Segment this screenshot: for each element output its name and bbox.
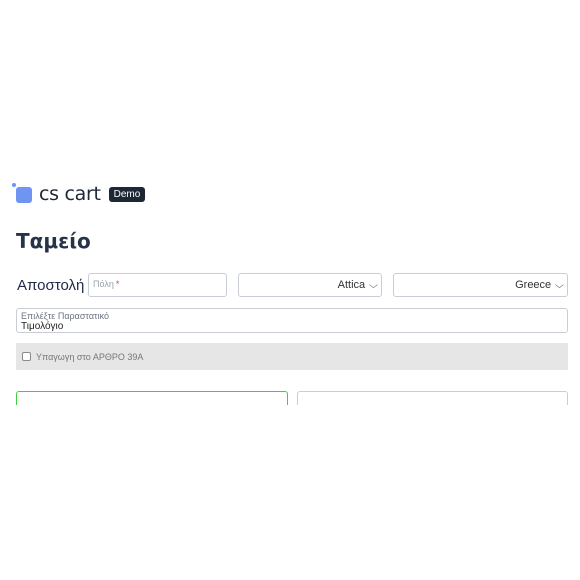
city-input[interactable]: Πόλη * (88, 273, 227, 297)
required-mark: * (115, 279, 120, 289)
cs-cart-logo-icon (12, 183, 34, 205)
logo-text: cs cart (39, 183, 101, 205)
address-field[interactable] (297, 391, 568, 405)
page-title: Ταμείο (16, 229, 91, 253)
region-value: Attica (337, 279, 366, 291)
document-type-select[interactable]: Επιλέξτε Παραστατικό Τιμολόγιο (16, 308, 568, 333)
article-39a-label[interactable]: Υπαγωγη στο ΑΡΘΡΟ 39Α (36, 352, 143, 362)
country-select[interactable]: Greece ⌵ (393, 273, 568, 297)
document-type-label: Επιλέξτε Παραστατικό (21, 311, 109, 321)
chevron-down-icon: ⌵ (555, 279, 565, 290)
chevron-down-icon: ⌵ (369, 279, 379, 290)
article-39a-row: Υπαγωγη στο ΑΡΘΡΟ 39Α (16, 343, 568, 370)
address-field-focused[interactable] (16, 391, 288, 405)
article-39a-checkbox[interactable] (22, 352, 31, 361)
region-select[interactable]: Attica ⌵ (238, 273, 382, 297)
checkout-viewport: cs cart Demo Ταμείο Αποστολή Πόλη * Attic… (0, 0, 580, 405)
document-type-value: Τιμολόγιο (21, 321, 64, 332)
city-placeholder: Πόλη * (93, 279, 120, 289)
demo-badge: Demo (108, 186, 146, 202)
logo[interactable]: cs cart Demo (12, 183, 146, 205)
shipping-label: Αποστολή (17, 277, 85, 294)
country-value: Greece (515, 279, 552, 291)
